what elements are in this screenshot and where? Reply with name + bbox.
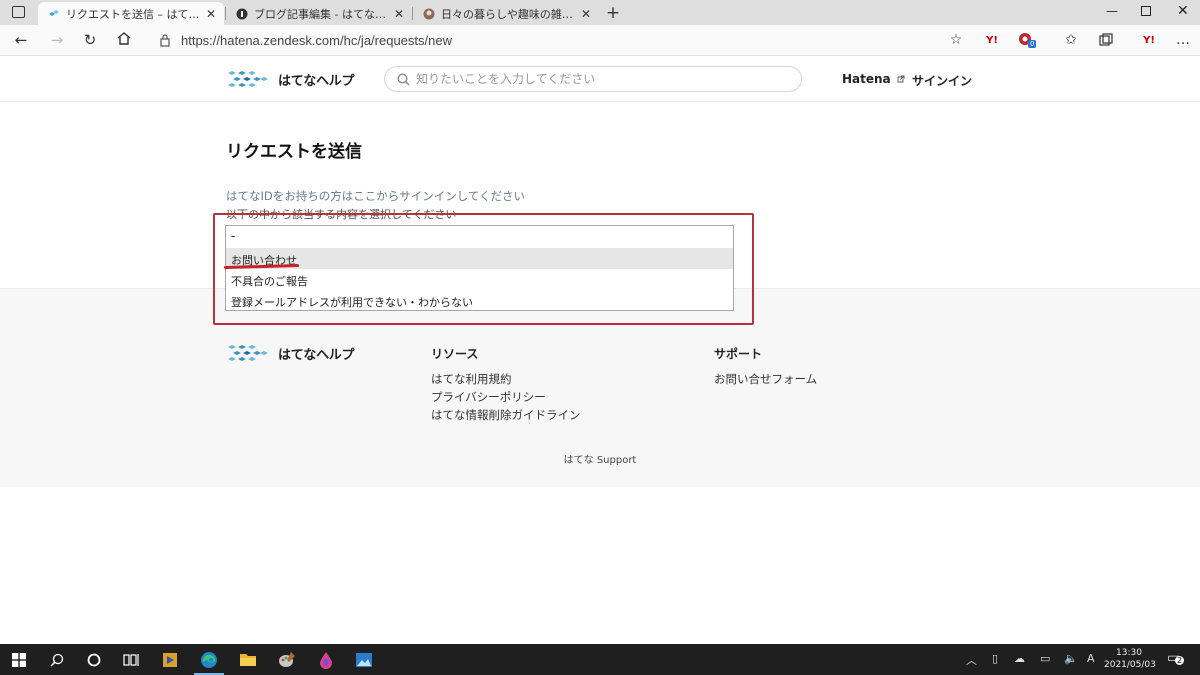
hatena-link[interactable]: Hatena: [842, 72, 905, 86]
show-hidden-icons-icon[interactable]: ︿: [966, 652, 977, 668]
footer-link-privacy[interactable]: プライバシーポリシー: [431, 389, 546, 405]
hatena-link-label: Hatena: [842, 72, 891, 86]
footer-resources-heading: リソース: [431, 347, 479, 361]
more-menu-icon[interactable]: …: [1175, 32, 1191, 48]
forward-icon[interactable]: →: [47, 31, 67, 49]
tab-actions-icon[interactable]: [12, 6, 25, 18]
favorites-icon[interactable]: ✩: [1063, 32, 1079, 48]
extension-icon[interactable]: 0: [1018, 32, 1037, 48]
tab-close-icon[interactable]: ✕: [394, 7, 404, 21]
yahoo-toolbar-icon[interactable]: Y!: [1141, 32, 1157, 48]
extension-badge: 0: [1028, 40, 1037, 48]
refresh-icon[interactable]: ↻: [80, 31, 100, 49]
external-link-icon: [897, 75, 905, 83]
maximize-icon[interactable]: [1141, 6, 1151, 16]
site-header: はてなヘルプ Hatena サインイン: [0, 56, 1200, 102]
address-bar-url[interactable]: https://hatena.zendesk.com/hc/ja/request…: [181, 33, 452, 48]
tab-request-new[interactable]: リクエストを送信 – はてな Support ✕: [38, 2, 224, 25]
phone-link-icon[interactable]: ▯: [992, 652, 998, 665]
hatena-support-favicon-icon: [48, 8, 60, 20]
windows-start-icon[interactable]: [0, 644, 38, 675]
volume-icon[interactable]: 🔈: [1064, 652, 1078, 665]
search-box[interactable]: [384, 66, 802, 92]
hatena-blog-favicon-icon: [236, 8, 248, 20]
battery-icon[interactable]: ▭: [1040, 652, 1050, 665]
tab-diary-blog[interactable]: 日々の暮らしや趣味の雑記 - 日々の ✕: [413, 2, 599, 25]
home-icon[interactable]: [114, 31, 134, 49]
close-window-icon[interactable]: ✕: [1177, 3, 1189, 19]
footer-link-contact-form[interactable]: お問い合せフォーム: [714, 371, 817, 387]
footer-logo[interactable]: はてなヘルプ: [226, 341, 355, 365]
back-icon[interactable]: ←: [11, 31, 31, 49]
clock-time: 13:30: [1116, 648, 1142, 658]
footer-link-deletion-guideline[interactable]: はてな情報削除ガイドライン: [431, 407, 581, 423]
tab-close-icon[interactable]: ✕: [581, 7, 591, 21]
task-view-icon[interactable]: [112, 644, 150, 675]
minimize-icon[interactable]: —: [1106, 4, 1118, 18]
brand-name: はてなヘルプ: [278, 73, 355, 89]
file-explorer-icon[interactable]: [229, 644, 267, 675]
tab-title: ブログ記事編集 - はてなブログ: [254, 7, 388, 21]
footer-support-heading: サポート: [714, 347, 763, 361]
photos-app-icon[interactable]: [345, 644, 383, 675]
paint3d-app-icon[interactable]: [307, 644, 345, 675]
lock-icon[interactable]: [160, 32, 170, 51]
blog-favicon-icon: [423, 8, 435, 20]
taskbar-search-icon[interactable]: [38, 644, 76, 675]
ime-mode-icon[interactable]: A: [1087, 652, 1095, 665]
signin-prompt-link[interactable]: はてなIDをお持ちの方はここからサインインしてください: [226, 188, 525, 204]
footer-link-terms[interactable]: はてな利用規約: [431, 371, 512, 387]
collections-icon[interactable]: [1098, 32, 1114, 48]
video-app-icon[interactable]: [151, 644, 189, 675]
notifications-icon[interactable]: ▭ 2: [1167, 650, 1185, 666]
signin-link[interactable]: サインイン: [912, 72, 972, 89]
favorites-add-icon[interactable]: ☆: [948, 32, 964, 48]
cortana-icon[interactable]: [75, 644, 113, 675]
yahoo-extension-icon[interactable]: Y!: [984, 32, 1000, 48]
footer-brand-name: はてなヘルプ: [278, 347, 355, 363]
page-title: リクエストを送信: [226, 142, 362, 162]
windows-taskbar: ︿ ▯ ☁ ▭ 🔈 A 13:30 2021/05/03 ▭ 2: [0, 644, 1200, 675]
tab-close-icon[interactable]: ✕: [206, 7, 216, 21]
hatena-help-logo-icon: [228, 71, 268, 87]
edge-browser-icon[interactable]: [190, 644, 228, 675]
footer-copyright: はてな Support: [563, 455, 637, 466]
paint-app-icon[interactable]: [268, 644, 306, 675]
hatena-help-logo-icon: [228, 345, 268, 361]
clock-date: 2021/05/03: [1104, 660, 1156, 670]
new-tab-icon[interactable]: +: [604, 3, 622, 23]
onedrive-icon[interactable]: ☁: [1014, 652, 1025, 665]
tab-title: 日々の暮らしや趣味の雑記 - 日々の: [441, 7, 575, 21]
search-input[interactable]: [416, 72, 776, 86]
tab-title: リクエストを送信 – はてな Support: [66, 7, 200, 21]
browser-tab-strip: リクエストを送信 – はてな Support ✕ ブログ記事編集 - はてなブロ…: [0, 0, 1200, 25]
search-icon: [397, 72, 410, 86]
notification-count: 2: [1175, 656, 1185, 665]
header-logo[interactable]: はてなヘルプ: [226, 67, 355, 91]
tab-blog-edit[interactable]: ブログ記事編集 - はてなブログ ✕: [226, 2, 412, 25]
taskbar-clock[interactable]: 13:30 2021/05/03: [1104, 647, 1156, 671]
annotation-highlight-box: [213, 213, 754, 325]
browser-toolbar: ← → ↻ https://hatena.zendesk.com/hc/ja/r…: [0, 25, 1200, 56]
